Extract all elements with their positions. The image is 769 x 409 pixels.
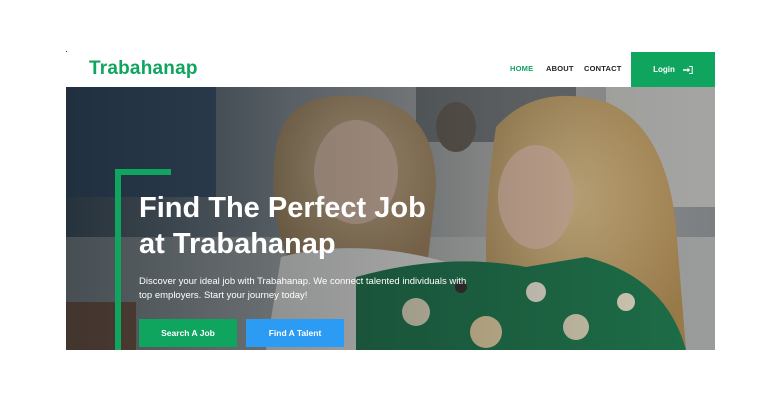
find-talent-button[interactable]: Find A Talent — [246, 319, 344, 347]
subtext-line-1: Discover your ideal job with Trabahanap.… — [139, 276, 467, 287]
accent-bar-vertical — [115, 169, 121, 350]
accent-bar-horizontal — [115, 169, 171, 175]
search-job-button[interactable]: Search A Job — [139, 319, 237, 347]
headline-line-1: Find The Perfect Job — [139, 192, 426, 224]
navbar: Trabahanap HOME ABOUT CONTACT Login — [66, 52, 715, 87]
nav-home[interactable]: HOME — [510, 64, 533, 73]
sign-in-icon — [682, 65, 693, 74]
login-button[interactable]: Login — [631, 52, 715, 87]
hero-headline: Find The Perfect Job at Trabahanap — [139, 190, 499, 262]
nav-about[interactable]: ABOUT — [546, 64, 574, 73]
brand-logo[interactable]: Trabahanap — [89, 58, 198, 80]
hero-subtext: Discover your ideal job with Trabahanap.… — [139, 275, 484, 303]
login-label: Login — [653, 65, 675, 74]
subtext-line-2: top employers. Start your journey today! — [139, 290, 308, 301]
nav-contact[interactable]: CONTACT — [584, 64, 622, 73]
hero-section: Find The Perfect Job at Trabahanap Disco… — [66, 87, 715, 350]
headline-line-2: at Trabahanap — [139, 228, 336, 260]
page-frame: Trabahanap HOME ABOUT CONTACT Login Find… — [66, 52, 715, 350]
